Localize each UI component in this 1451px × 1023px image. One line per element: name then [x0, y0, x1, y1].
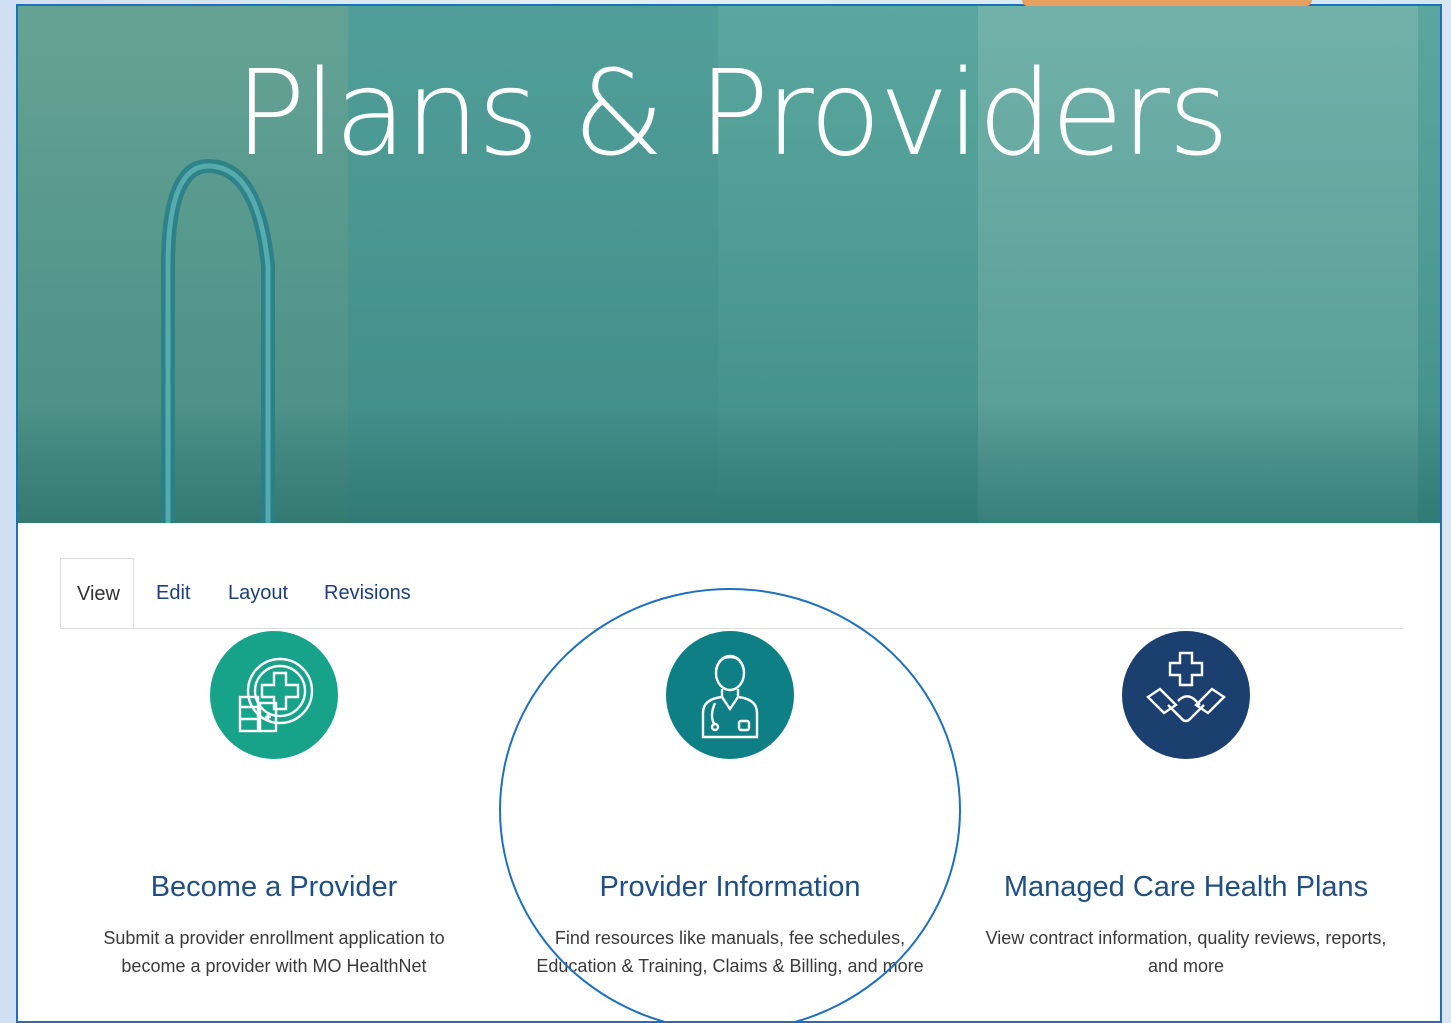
tab-edit[interactable]: Edit	[140, 558, 206, 628]
card-managed-care-health-plans[interactable]: Managed Care Health Plans View contract …	[966, 631, 1406, 980]
card-provider-information[interactable]: Provider Information Find resources like…	[510, 631, 950, 980]
tab-layout[interactable]: Layout	[212, 558, 304, 628]
card-description: View contract information, quality revie…	[985, 928, 1387, 976]
tab-bar: View Edit Layout Revisions	[60, 558, 1403, 629]
hero-title: Plans & Providers	[234, 44, 1230, 182]
hero-banner: Plans & Providers	[18, 6, 1440, 523]
handshake-cross-icon[interactable]	[1122, 631, 1250, 759]
medical-records-icon[interactable]	[210, 631, 338, 759]
card-become-provider[interactable]: Become a Provider Submit a provider enro…	[54, 631, 494, 980]
page-frame: Plans & Providers View Edit Layout Revis…	[16, 4, 1442, 1023]
corner-accent	[1022, 0, 1312, 6]
tab-revisions[interactable]: Revisions	[308, 558, 427, 628]
card-description: Submit a provider enrollment application…	[103, 928, 445, 976]
card-title[interactable]: Become a Provider	[54, 871, 494, 904]
card-title[interactable]: Provider Information	[510, 871, 950, 904]
stethoscope-image	[161, 158, 275, 523]
doctor-icon[interactable]	[666, 631, 794, 759]
card-title[interactable]: Managed Care Health Plans	[966, 871, 1406, 904]
tab-view[interactable]: View	[60, 558, 134, 628]
card-description: Find resources like manuals, fee schedul…	[536, 928, 924, 976]
